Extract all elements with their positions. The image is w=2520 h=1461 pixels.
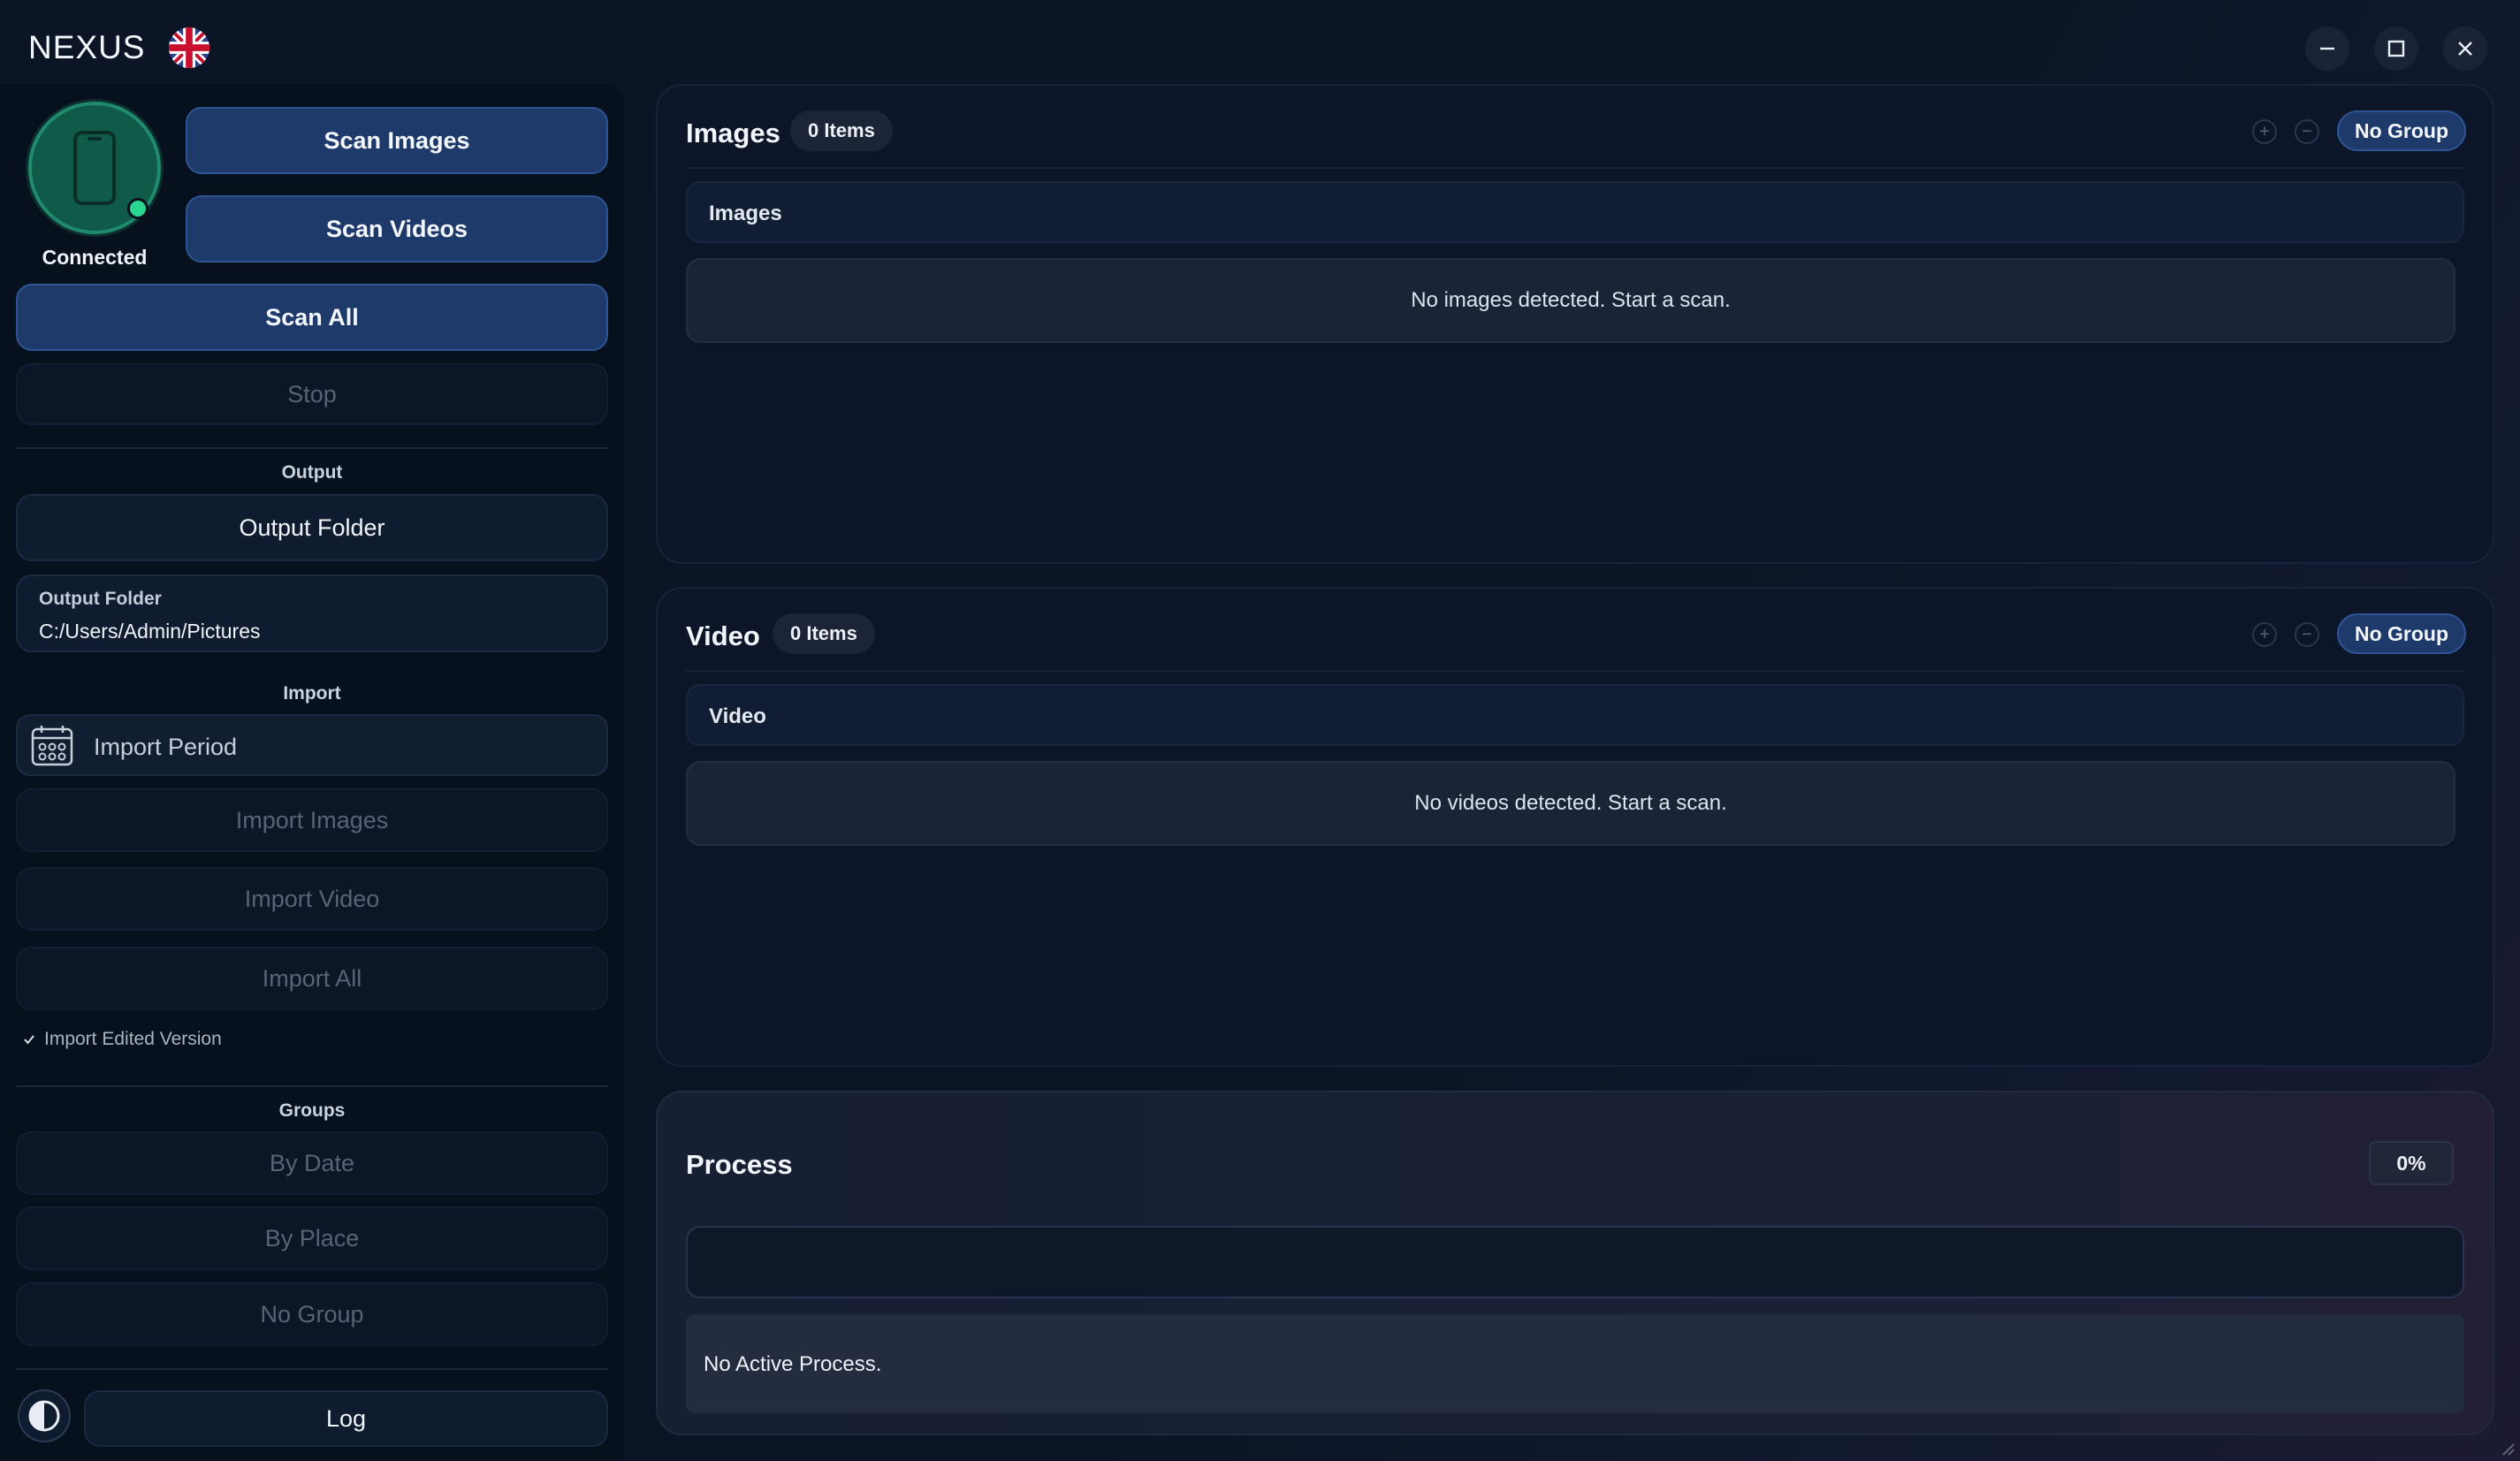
connection-status-dot bbox=[127, 198, 148, 219]
import-period-picker[interactable]: Import Period bbox=[16, 714, 608, 776]
images-count-badge: 0 Items bbox=[790, 110, 893, 151]
divider bbox=[686, 167, 2464, 169]
collapse-icon[interactable]: − bbox=[2295, 622, 2319, 647]
process-status-message: No Active Process. bbox=[704, 1352, 882, 1376]
sidebar: Connected Scan Images Scan Videos Scan A… bbox=[0, 84, 624, 1461]
import-section-label: Import bbox=[283, 683, 341, 704]
process-status-box: No Active Process. bbox=[686, 1314, 2464, 1413]
contrast-icon bbox=[28, 1400, 60, 1432]
images-panel-title: Images bbox=[686, 118, 780, 148]
theme-toggle-button[interactable] bbox=[18, 1389, 71, 1442]
video-count-badge: 0 Items bbox=[773, 613, 875, 654]
uk-flag-icon[interactable] bbox=[169, 27, 209, 68]
app-logo: NEXUS bbox=[28, 29, 146, 65]
stop-button[interactable]: Stop bbox=[16, 363, 608, 425]
divider bbox=[686, 670, 2464, 672]
resize-grip-icon[interactable] bbox=[2498, 1439, 2516, 1457]
images-list-header-label: Images bbox=[709, 202, 782, 225]
process-progress-bar bbox=[686, 1226, 2464, 1298]
close-button[interactable] bbox=[2443, 27, 2487, 71]
images-list-header: Images bbox=[686, 181, 2464, 243]
app-window: NEXUS Connected Scan Images Scan Videos … bbox=[0, 0, 2520, 1461]
video-panel: Video 0 Items + − No Group Video No vide… bbox=[656, 587, 2494, 1067]
group-by-date-button[interactable]: By Date bbox=[16, 1131, 608, 1195]
process-percent: 0% bbox=[2369, 1141, 2454, 1185]
output-folder-field-label: Output Folder bbox=[39, 589, 162, 609]
connection-status-label: Connected bbox=[42, 246, 148, 269]
group-by-place-button[interactable]: By Place bbox=[16, 1206, 608, 1270]
collapse-icon[interactable]: − bbox=[2295, 119, 2319, 144]
output-folder-button[interactable]: Output Folder bbox=[16, 494, 608, 561]
scan-images-button[interactable]: Scan Images bbox=[186, 107, 608, 174]
video-empty-state: No videos detected. Start a scan. bbox=[686, 761, 2455, 846]
import-edited-checkbox[interactable]: Import Edited Version bbox=[23, 1029, 222, 1050]
video-list-header-label: Video bbox=[709, 704, 766, 728]
output-folder-field[interactable]: Output Folder C:/Users/Admin/Pictures bbox=[16, 575, 608, 652]
images-panel: Images 0 Items + − No Group Images No im… bbox=[656, 84, 2494, 564]
expand-icon[interactable]: + bbox=[2252, 119, 2277, 144]
images-empty-state: No images detected. Start a scan. bbox=[686, 258, 2455, 343]
import-video-button[interactable]: Import Video bbox=[16, 867, 608, 931]
checkmark-icon bbox=[24, 1035, 34, 1045]
no-group-button[interactable]: No Group bbox=[16, 1282, 608, 1346]
expand-icon[interactable]: + bbox=[2252, 622, 2277, 647]
minimize-button[interactable] bbox=[2305, 27, 2349, 71]
maximize-button[interactable] bbox=[2374, 27, 2418, 71]
output-section-label: Output bbox=[281, 462, 343, 483]
groups-section-label: Groups bbox=[278, 1100, 346, 1121]
scan-all-button[interactable]: Scan All bbox=[16, 284, 608, 351]
calendar-icon bbox=[31, 726, 73, 766]
log-button[interactable]: Log bbox=[84, 1390, 608, 1447]
phone-icon bbox=[73, 131, 116, 205]
import-images-button[interactable]: Import Images bbox=[16, 788, 608, 852]
process-panel-title: Process bbox=[686, 1149, 793, 1180]
video-panel-title: Video bbox=[686, 620, 760, 651]
divider bbox=[16, 1085, 608, 1087]
output-folder-path: C:/Users/Admin/Pictures bbox=[39, 620, 261, 643]
video-list-header: Video bbox=[686, 684, 2464, 746]
process-panel: Process 0% No Active Process. bbox=[656, 1091, 2494, 1435]
import-all-button[interactable]: Import All bbox=[16, 947, 608, 1010]
divider bbox=[16, 1368, 608, 1370]
divider bbox=[16, 447, 608, 449]
scan-videos-button[interactable]: Scan Videos bbox=[186, 195, 608, 263]
video-group-selector[interactable]: No Group bbox=[2336, 613, 2466, 654]
images-group-selector[interactable]: No Group bbox=[2336, 110, 2466, 151]
title-bar: NEXUS bbox=[0, 0, 2520, 88]
import-period-label: Import Period bbox=[94, 734, 238, 760]
import-edited-label: Import Edited Version bbox=[44, 1029, 222, 1049]
